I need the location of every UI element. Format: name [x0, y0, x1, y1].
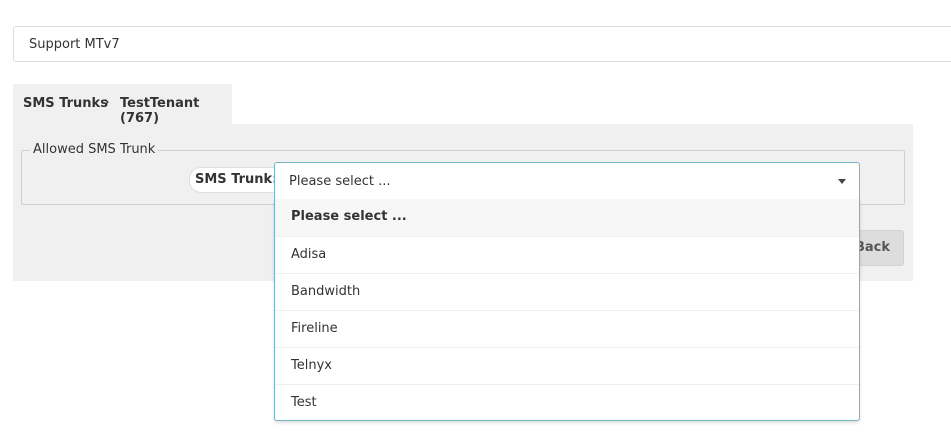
- option-telnyx[interactable]: Telnyx: [275, 347, 859, 384]
- option-fireline[interactable]: Fireline: [275, 310, 859, 347]
- tenant-name: Support MTv7: [29, 37, 120, 52]
- breadcrumb: SMS Trunks › TestTenant (767): [13, 84, 232, 126]
- breadcrumb-sms-trunks-link[interactable]: SMS Trunks: [23, 96, 108, 111]
- option-please-select[interactable]: Please select ...: [275, 199, 859, 236]
- sms-trunk-dropdown: Please select ... Adisa Bandwidth Fireli…: [274, 199, 860, 421]
- tenant-selector[interactable]: Support MTv7: [13, 26, 951, 62]
- sms-trunk-select-value: Please select ...: [289, 174, 391, 189]
- breadcrumb-current: TestTenant (767): [120, 96, 200, 126]
- sms-trunk-label: SMS Trunk:: [189, 167, 284, 193]
- option-test[interactable]: Test: [275, 384, 859, 420]
- breadcrumb-separator-icon: ›: [104, 95, 110, 110]
- fieldset-legend: Allowed SMS Trunk: [30, 142, 159, 157]
- chevron-down-icon: [838, 179, 846, 184]
- option-adisa[interactable]: Adisa: [275, 236, 859, 273]
- page: Support MTv7 SMS Trunks › TestTenant (76…: [0, 0, 951, 433]
- option-bandwidth[interactable]: Bandwidth: [275, 273, 859, 310]
- sms-trunk-select[interactable]: Please select ...: [274, 162, 860, 199]
